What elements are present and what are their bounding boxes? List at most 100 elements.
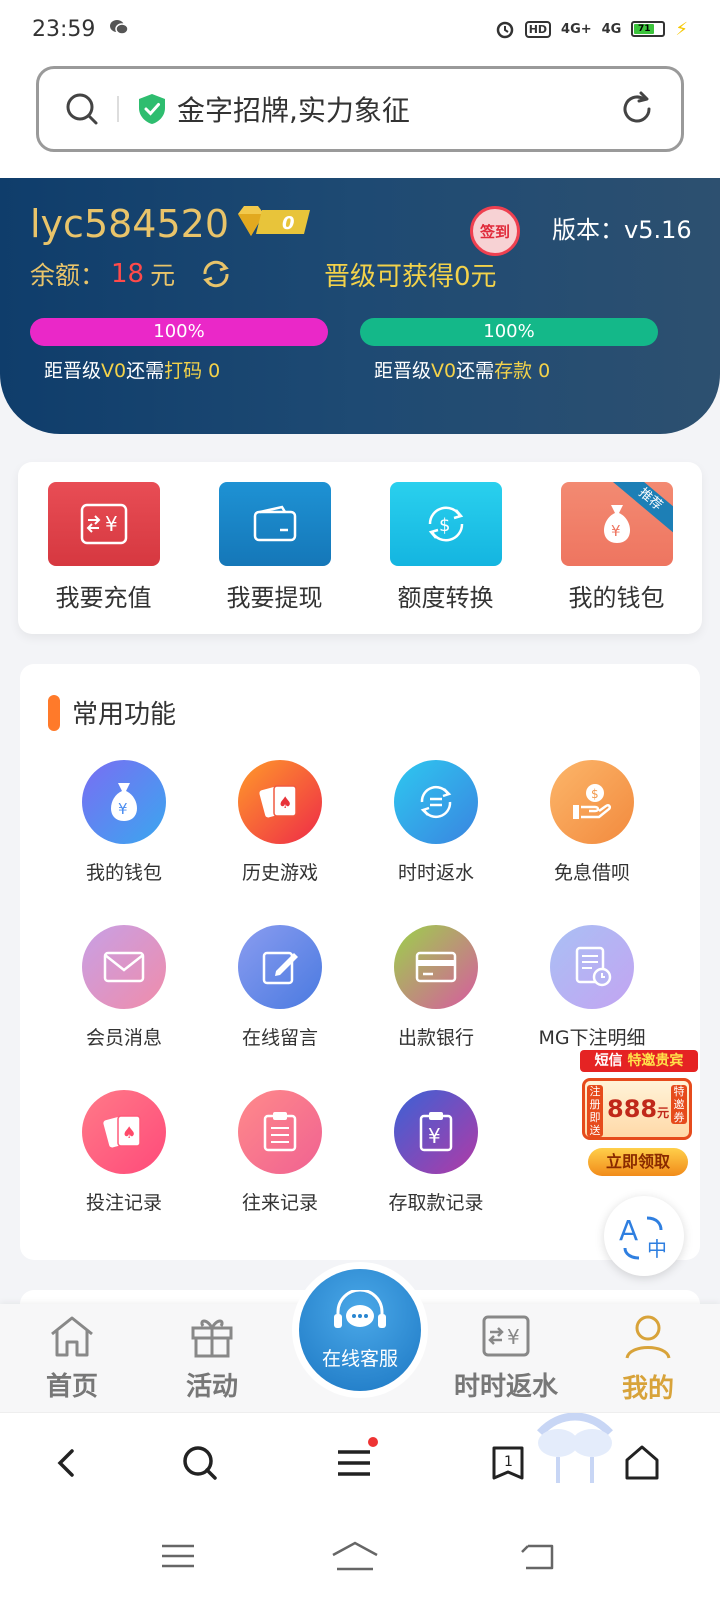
chevron-left-icon [57, 1449, 74, 1477]
headset-chat-icon [334, 1289, 386, 1328]
search-divider [117, 96, 119, 122]
balance-label: 余额： [30, 261, 106, 290]
func-loan[interactable]: $ 免息借呗 [514, 760, 670, 885]
browser-tabs-button[interactable]: 1 [486, 1441, 530, 1485]
title-marker [48, 694, 60, 731]
func-label: 我的钱包 [85, 862, 162, 884]
signal-4g-plus: 4G+ [561, 21, 592, 37]
quick-actions: ¥ 我要充值 我要提现 $ 额度转换 ¥ 推荐 我的钱包 [18, 462, 702, 634]
recharge-button[interactable]: ¥ 我要充值 [34, 482, 174, 634]
browser-back-button[interactable] [44, 1441, 88, 1485]
nav-home-label: 首页 [45, 1372, 98, 1402]
svg-text:中: 中 [647, 1237, 667, 1260]
recharge-label: 我要充值 [55, 584, 152, 612]
nav-home[interactable]: 首页 [12, 1314, 132, 1403]
back-arrow-icon [521, 1544, 554, 1570]
promo-amount: 888元 [607, 1095, 670, 1123]
func-label: 往来记录 [241, 1192, 318, 1214]
func-mg-bets[interactable]: MG下注明细 [514, 925, 670, 1050]
search-url-text[interactable]: 金字招牌,实力象征 [177, 89, 410, 129]
withdraw-button[interactable]: 我要提现 [205, 482, 345, 634]
func-transactions[interactable]: 往来记录 [202, 1090, 358, 1215]
func-label: MG下注明细 [538, 1027, 646, 1049]
playing-cards-icon: ♠ [238, 760, 322, 844]
balance-refresh-icon[interactable] [199, 259, 233, 289]
svg-text:¥: ¥ [428, 1124, 441, 1148]
tabs-icon: 1 [492, 1446, 524, 1480]
vip-badge: 0 [238, 206, 310, 236]
func-label: 在线留言 [241, 1027, 318, 1049]
tabs-count: 1 [504, 1454, 513, 1470]
online-service-inner: 在线客服 [299, 1269, 421, 1391]
user-icon [625, 1315, 671, 1359]
vip-level: 0 [282, 213, 295, 234]
promo-ticket: 注册即送 888元 特邀券 [582, 1078, 692, 1140]
func-bank[interactable]: 出款银行 [358, 925, 514, 1050]
browser-toolbar: 1 [0, 1412, 720, 1512]
func-bet-records[interactable]: ♠ 投注记录 [46, 1090, 202, 1215]
system-recents-button[interactable] [158, 1540, 198, 1572]
exchange-yen-icon: ¥ [482, 1315, 530, 1357]
nav-mine-label: 我的 [621, 1374, 674, 1404]
clipboard-list-icon [238, 1090, 322, 1174]
transfer-button[interactable]: $ 额度转换 [376, 482, 516, 634]
version-label: 版本：v5.16 [552, 216, 692, 244]
svg-text:¥: ¥ [118, 800, 128, 818]
hd-label: HD [524, 20, 552, 38]
translate-icon: A中 [619, 1214, 667, 1260]
svg-text:♠: ♠ [278, 793, 292, 812]
func-label: 历史游戏 [241, 862, 318, 884]
floating-promo-ad[interactable]: 短信 特邀贵宾 注册即送 888元 特邀券 立即领取 [572, 1050, 702, 1182]
func-label: 出款银行 [397, 1027, 474, 1049]
nav-rebate-label: 时时返水 [453, 1372, 558, 1402]
cards-icon: ♠ [82, 1090, 166, 1174]
promo-claim-button[interactable]: 立即领取 [588, 1148, 688, 1176]
func-messages[interactable]: 会员消息 [46, 925, 202, 1050]
dollar-cycle-icon: $ [389, 482, 502, 566]
func-my-wallet[interactable]: ¥ 我的钱包 [46, 760, 202, 885]
balance-row: 余额： 18 元 [30, 256, 233, 292]
func-rebate[interactable]: 时时返水 [358, 760, 514, 885]
deposit-progress-bar: 100% [360, 318, 658, 346]
money-bag-icon: ¥ [82, 760, 166, 844]
battery-level: 71 [634, 24, 655, 34]
browser-home-button[interactable] [620, 1441, 664, 1485]
search-area: 金字招牌,实力象征 [0, 58, 720, 178]
search-bar[interactable]: 金字招牌,实力象征 [36, 66, 684, 152]
func-deposit-withdraw-records[interactable]: ¥ 存取款记录 [358, 1090, 514, 1215]
nav-activity[interactable]: 活动 [152, 1314, 272, 1403]
browser-menu-button[interactable] [332, 1437, 378, 1485]
battery-icon: 71 [631, 21, 666, 37]
translate-button[interactable]: A中 [604, 1196, 684, 1276]
func-label: 会员消息 [85, 1027, 162, 1049]
home-icon [51, 1316, 93, 1357]
upgrade-promo: 晋级可获得0元 [324, 262, 497, 292]
refresh-icon[interactable] [619, 91, 655, 127]
nav-mine[interactable]: 我的 [588, 1314, 708, 1405]
online-service-button[interactable]: 在线客服 [292, 1262, 428, 1398]
svg-text:♠: ♠ [122, 1123, 136, 1142]
func-online-message[interactable]: 在线留言 [202, 925, 358, 1050]
svg-text:¥: ¥ [611, 522, 621, 540]
func-label: 时时返水 [397, 862, 474, 884]
func-history-games[interactable]: ♠ 历史游戏 [202, 760, 358, 885]
promo-side-right: 特邀券 [671, 1085, 687, 1124]
gift-icon [191, 1319, 233, 1358]
edit-note-icon [238, 925, 322, 1009]
func-label: 存取款记录 [388, 1192, 484, 1214]
func-label: 免息借呗 [553, 862, 630, 884]
browser-search-button[interactable] [178, 1441, 222, 1485]
my-wallet-button[interactable]: ¥ 推荐 我的钱包 [547, 482, 687, 634]
account-header: lyc584520 0 签到 版本：v5.16 余额： 18 元 晋级可获得0元… [0, 178, 720, 434]
balance-amount: 18 [111, 259, 145, 289]
svg-text:$: $ [591, 787, 599, 801]
cycle-icon [394, 760, 478, 844]
nav-rebate[interactable]: ¥ 时时返水 [436, 1314, 576, 1403]
system-home-button[interactable] [330, 1540, 380, 1572]
section-title: 常用功能 [48, 694, 176, 731]
search-icon[interactable] [65, 92, 99, 126]
sign-in-button[interactable]: 签到 [470, 206, 520, 256]
system-back-button[interactable] [518, 1540, 558, 1572]
wallet-icon [218, 482, 331, 566]
svg-text:¥: ¥ [507, 1325, 520, 1349]
